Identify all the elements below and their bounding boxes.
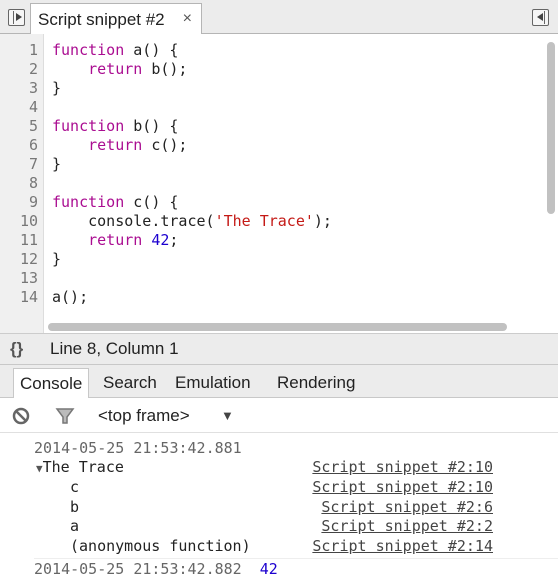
source-link[interactable]: Script snippet #2:10 <box>312 458 493 476</box>
trace-message[interactable]: ▼The Trace <box>36 458 124 476</box>
code-token: console.trace( <box>52 212 215 230</box>
filter-icon[interactable] <box>55 406 75 426</box>
toggle-debugger-button[interactable] <box>532 9 549 26</box>
vertical-scrollbar[interactable] <box>547 42 555 214</box>
tab-script-snippet[interactable]: Script snippet #2 × <box>30 3 202 35</box>
timestamp: 2014-05-25 21:53:42.881 <box>34 439 242 457</box>
stack-frame-function: a <box>70 517 80 535</box>
code-token: 42 <box>142 231 170 249</box>
code-token: c() { <box>124 193 179 211</box>
tab-search[interactable]: Search <box>97 368 163 398</box>
close-icon[interactable]: × <box>183 10 192 28</box>
code-line[interactable]: return b(); <box>52 60 187 78</box>
line-number: 7 <box>28 155 38 173</box>
tab-title: Script snippet #2 <box>38 10 165 29</box>
log-entry: 2014-05-25 21:53:42.882 42 <box>34 560 278 578</box>
console-output: 2014-05-25 21:53:42.881 ▼The Trace Scrip… <box>0 433 558 581</box>
timestamp: 2014-05-25 21:53:42.882 <box>34 560 242 578</box>
code-token: function <box>52 193 125 211</box>
status-bar: {} Line 8, Column 1 <box>0 333 558 365</box>
log-value: 42 <box>259 560 278 578</box>
code-token: c(); <box>142 136 188 154</box>
code-line[interactable]: function b() { <box>52 117 178 135</box>
line-number: 1 <box>28 41 38 59</box>
line-number: 5 <box>28 117 38 135</box>
line-number: 2 <box>28 60 38 78</box>
code-line[interactable]: return 42; <box>52 231 178 249</box>
code-token: ); <box>313 212 332 230</box>
code-token: a() { <box>124 41 179 59</box>
code-line[interactable]: } <box>52 250 61 268</box>
code-token: return <box>88 136 143 154</box>
code-token: 'The Trace' <box>214 212 314 230</box>
line-number: 10 <box>19 212 38 230</box>
line-number: 4 <box>28 98 38 116</box>
trace-title: The Trace <box>42 458 124 476</box>
line-number: 6 <box>28 136 38 154</box>
line-gutter: 1 2 3 4 5 6 7 8 9 10 11 12 13 14 <box>0 34 44 333</box>
code-token: } <box>52 250 62 268</box>
stack-frame-link[interactable]: Script snippet #2:14 <box>312 537 493 555</box>
code-editor[interactable]: 1 2 3 4 5 6 7 8 9 10 11 12 13 14 function a() { retur… <box>0 34 558 333</box>
code-line[interactable]: function a() { <box>52 41 178 59</box>
stack-frame-function: b <box>70 497 80 516</box>
code-line[interactable]: console.trace('The Trace'); <box>52 212 332 230</box>
code-line[interactable]: return c(); <box>52 136 187 154</box>
code-line[interactable]: a(); <box>52 288 88 306</box>
stack-frame-function: (anonymous function) <box>70 536 251 555</box>
expand-triangle-icon[interactable]: ▼ <box>36 462 43 475</box>
frame-selector[interactable]: <top frame> <box>98 406 190 426</box>
tab-bar: Script snippet #2 × <box>0 0 558 35</box>
stack-frame-link[interactable]: Script snippet #2:2 <box>321 517 493 535</box>
code-token: b(); <box>142 60 188 78</box>
stack-frame-link[interactable]: Script snippet #2:10 <box>312 478 493 496</box>
code-token: function <box>52 41 125 59</box>
line-number: 3 <box>28 79 38 97</box>
line-number: 14 <box>19 288 38 306</box>
horizontal-scrollbar[interactable] <box>48 323 507 331</box>
line-number: 8 <box>28 174 38 192</box>
tab-rendering[interactable]: Rendering <box>271 368 361 398</box>
line-number: 11 <box>19 231 38 249</box>
code-token: b() { <box>124 117 179 135</box>
code-token: a(); <box>52 288 89 306</box>
code-line[interactable]: } <box>52 79 61 97</box>
drawer-tabs: Console Search Emulation Rendering <box>0 365 558 398</box>
line-number: 9 <box>28 193 38 211</box>
toggle-navigator-button[interactable] <box>8 9 25 26</box>
tab-console[interactable]: Console <box>13 368 90 398</box>
line-number: 13 <box>19 269 38 287</box>
tab-emulation[interactable]: Emulation <box>169 368 257 398</box>
code-token: ; <box>169 231 179 249</box>
cursor-position: Line 8, Column 1 <box>50 339 179 358</box>
code-token: function <box>52 117 125 135</box>
clear-console-icon[interactable] <box>12 407 30 425</box>
code-token: return <box>88 231 143 249</box>
pretty-print-icon[interactable]: {} <box>10 339 23 359</box>
code-token: } <box>52 79 62 97</box>
console-toolbar: <top frame> ▼ <box>0 398 558 433</box>
stack-frame-link[interactable]: Script snippet #2:6 <box>321 498 493 516</box>
line-number: 12 <box>19 250 38 268</box>
chevron-down-icon[interactable]: ▼ <box>221 408 234 423</box>
code-line[interactable]: function c() { <box>52 193 178 211</box>
stack-frame-function: c <box>70 478 80 496</box>
code-token: return <box>88 60 143 78</box>
code-token: } <box>52 155 62 173</box>
code-line[interactable]: } <box>52 155 61 173</box>
